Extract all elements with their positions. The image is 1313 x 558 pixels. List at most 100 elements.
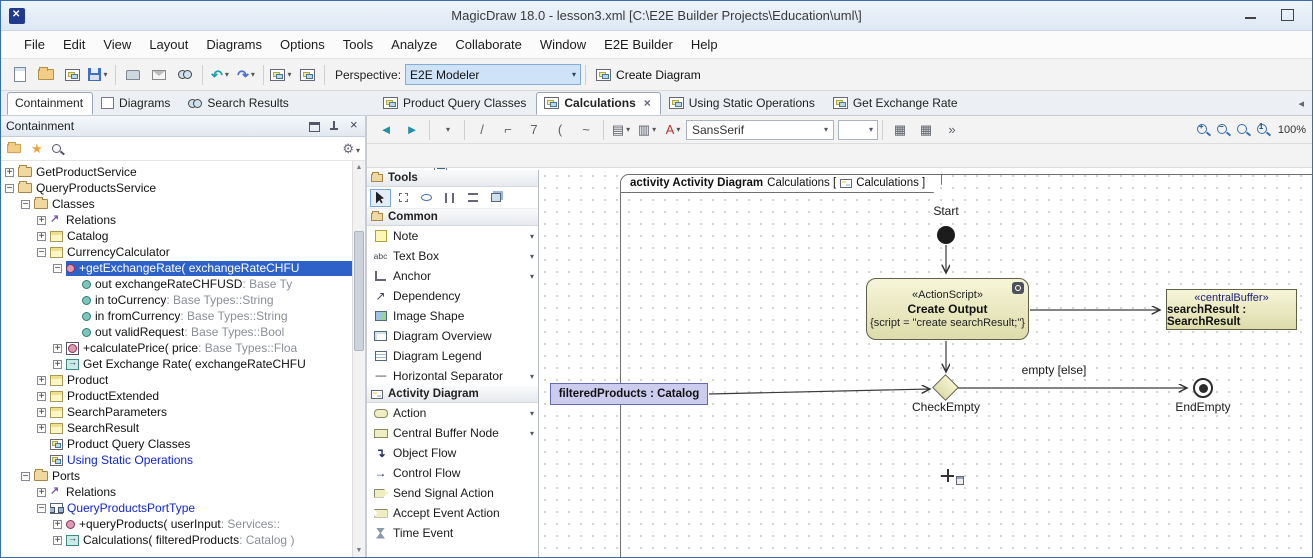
final-node-label[interactable]: EndEmpty (1163, 400, 1243, 414)
float-panel-icon[interactable] (308, 120, 320, 132)
open-diagram-button[interactable] (59, 62, 85, 88)
redo-button[interactable]: ↷ (233, 62, 259, 88)
doc-tab-get-exchange-rate[interactable]: Get Exchange Rate (825, 92, 968, 115)
create-diagram-dropdown-button[interactable] (268, 62, 294, 88)
favorites-icon[interactable]: ★ (31, 141, 43, 157)
expand-icon[interactable] (53, 536, 62, 545)
create-diagram-button[interactable]: Create Diagram (590, 66, 707, 84)
find-button[interactable] (172, 62, 198, 88)
palette-item-note[interactable]: Note▾ (367, 226, 538, 246)
draw-curve-button[interactable]: ( (547, 117, 573, 143)
menu-collaborate[interactable]: Collaborate (446, 33, 531, 56)
collapse-icon[interactable] (21, 472, 30, 481)
collapse-icon[interactable] (5, 184, 14, 193)
collapse-all-icon[interactable] (7, 144, 21, 153)
tree-item[interactable]: GetProductService (1, 164, 352, 180)
palette-item-horizontal-separator[interactable]: Horizontal Separator▾ (367, 366, 538, 386)
palette-item-object-flow[interactable]: Object Flow (367, 443, 538, 463)
menu-window[interactable]: Window (531, 33, 595, 56)
align-horizontal-tool[interactable] (462, 189, 483, 207)
palette-item-accept-event-action[interactable]: Accept Event Action (367, 503, 538, 523)
palette-item-diagram-legend[interactable]: Diagram Legend (367, 346, 538, 366)
menu-file[interactable]: File (15, 33, 54, 56)
doc-tab-product-query-classes[interactable]: Product Query Classes (375, 92, 536, 115)
tree-item[interactable]: Ports (1, 468, 352, 484)
chevron-down-icon[interactable]: ▾ (530, 372, 534, 381)
tree-item[interactable]: Product Query Classes (1, 436, 352, 452)
pin-panel-icon[interactable] (328, 120, 340, 132)
initial-node[interactable] (937, 226, 955, 244)
menu-options[interactable]: Options (271, 33, 334, 56)
show-grid-button[interactable]: ▦ (913, 117, 939, 143)
tree-item[interactable]: Using Static Operations (1, 452, 352, 468)
oval-select-tool[interactable] (416, 189, 437, 207)
draw-oblique-button[interactable]: 7 (521, 117, 547, 143)
open-project-button[interactable] (33, 62, 59, 88)
font-color-button[interactable]: A (660, 117, 686, 143)
maximize-button[interactable] (1276, 5, 1298, 25)
tree-item[interactable]: QueryProductsPortType (1, 500, 352, 516)
palette-item-anchor[interactable]: Anchor▾ (367, 266, 538, 286)
zoom-out-button[interactable]: − (1214, 121, 1232, 139)
close-tab-icon[interactable] (644, 96, 651, 110)
forward-button[interactable]: ► (399, 117, 425, 143)
decision-node-label[interactable]: CheckEmpty (906, 400, 986, 414)
palette-item-diagram-overview[interactable]: Diagram Overview (367, 326, 538, 346)
palette-item-dependency[interactable]: Dependency (367, 286, 538, 306)
palette-section-activity-diagram[interactable]: Activity Diagram (367, 386, 538, 403)
tree-item[interactable]: Product (1, 372, 352, 388)
expand-icon[interactable] (37, 216, 46, 225)
diagram-overview-button[interactable] (294, 62, 320, 88)
central-buffer-node-searchresult[interactable]: «centralBuffer» searchResult : SearchRes… (1166, 289, 1297, 330)
zoom-1-1-button[interactable]: 1 (1254, 121, 1272, 139)
grid-button[interactable]: ▦ (887, 117, 913, 143)
draw-spline-button[interactable]: ~ (573, 117, 599, 143)
doc-tab-calculations[interactable]: Calculations (536, 92, 660, 115)
draw-rectilinear-button[interactable]: ⌐ (495, 117, 521, 143)
order-tool[interactable] (485, 189, 506, 207)
expand-icon[interactable] (37, 392, 46, 401)
scroll-up-icon[interactable]: ▲ (353, 161, 365, 174)
menu-help[interactable]: Help (682, 33, 727, 56)
tree-item[interactable]: CurrencyCalculator (1, 244, 352, 260)
flow-guard-label[interactable]: empty [else] (1004, 363, 1104, 377)
palette-item-central-buffer-node[interactable]: Central Buffer Node▾ (367, 423, 538, 443)
menu-edit[interactable]: Edit (54, 33, 94, 56)
doc-tab-using-static-operations[interactable]: Using Static Operations (661, 92, 825, 115)
tree-item[interactable]: Get Exchange Rate( exchangeRateCHFU (1, 356, 352, 372)
copy-format-button[interactable]: ▥ (634, 117, 660, 143)
collapse-icon[interactable] (21, 200, 30, 209)
chevron-down-icon[interactable]: ▾ (530, 272, 534, 281)
menu-tools[interactable]: Tools (334, 33, 382, 56)
tree-item[interactable]: Calculations( filteredProducts : Catalog… (1, 532, 352, 548)
activity-parameter-node-filteredproducts[interactable]: filteredProducts : Catalog (550, 383, 708, 405)
save-button[interactable] (85, 62, 111, 88)
tree-item[interactable]: out exchangeRateCHFUSD : Base Ty (1, 276, 352, 292)
tree-item[interactable]: out validRequest : Base Types::Bool (1, 324, 352, 340)
tree-item[interactable]: ProductExtended (1, 388, 352, 404)
select-in-tree-button[interactable] (434, 117, 460, 143)
chevron-down-icon[interactable]: ▾ (530, 232, 534, 241)
search-icon[interactable] (52, 144, 61, 153)
collapse-icon[interactable] (53, 264, 62, 273)
expand-icon[interactable] (37, 376, 46, 385)
back-button[interactable]: ◄ (373, 117, 399, 143)
palette-item-time-event[interactable]: Time Event (367, 523, 538, 543)
structure-browser-button[interactable] (373, 143, 399, 169)
tree-item[interactable]: Catalog (1, 228, 352, 244)
tree-item[interactable]: Relations (1, 212, 352, 228)
align-vertical-tool[interactable] (439, 189, 460, 207)
menu-layout[interactable]: Layout (140, 33, 197, 56)
action-node-create-output[interactable]: «ActionScript» Create Output {script = "… (866, 278, 1029, 340)
scrollbar-thumb[interactable] (354, 231, 364, 351)
tab-diagrams[interactable]: Diagrams (93, 92, 180, 115)
tree-item[interactable]: in toCurrency : Base Types::String (1, 292, 352, 308)
draw-line-button[interactable]: / (469, 117, 495, 143)
palette-item-image-shape[interactable]: Image Shape (367, 306, 538, 326)
menu-e2e-builder[interactable]: E2E Builder (595, 33, 682, 56)
tree-item-selected[interactable]: +getExchangeRate( exchangeRateCHFU (1, 260, 352, 276)
tree-item[interactable]: SearchResult (1, 420, 352, 436)
send-button[interactable] (146, 62, 172, 88)
tree-item[interactable]: +queryProducts( userInput : Services:: (1, 516, 352, 532)
palette-item-action[interactable]: Action▾ (367, 403, 538, 423)
